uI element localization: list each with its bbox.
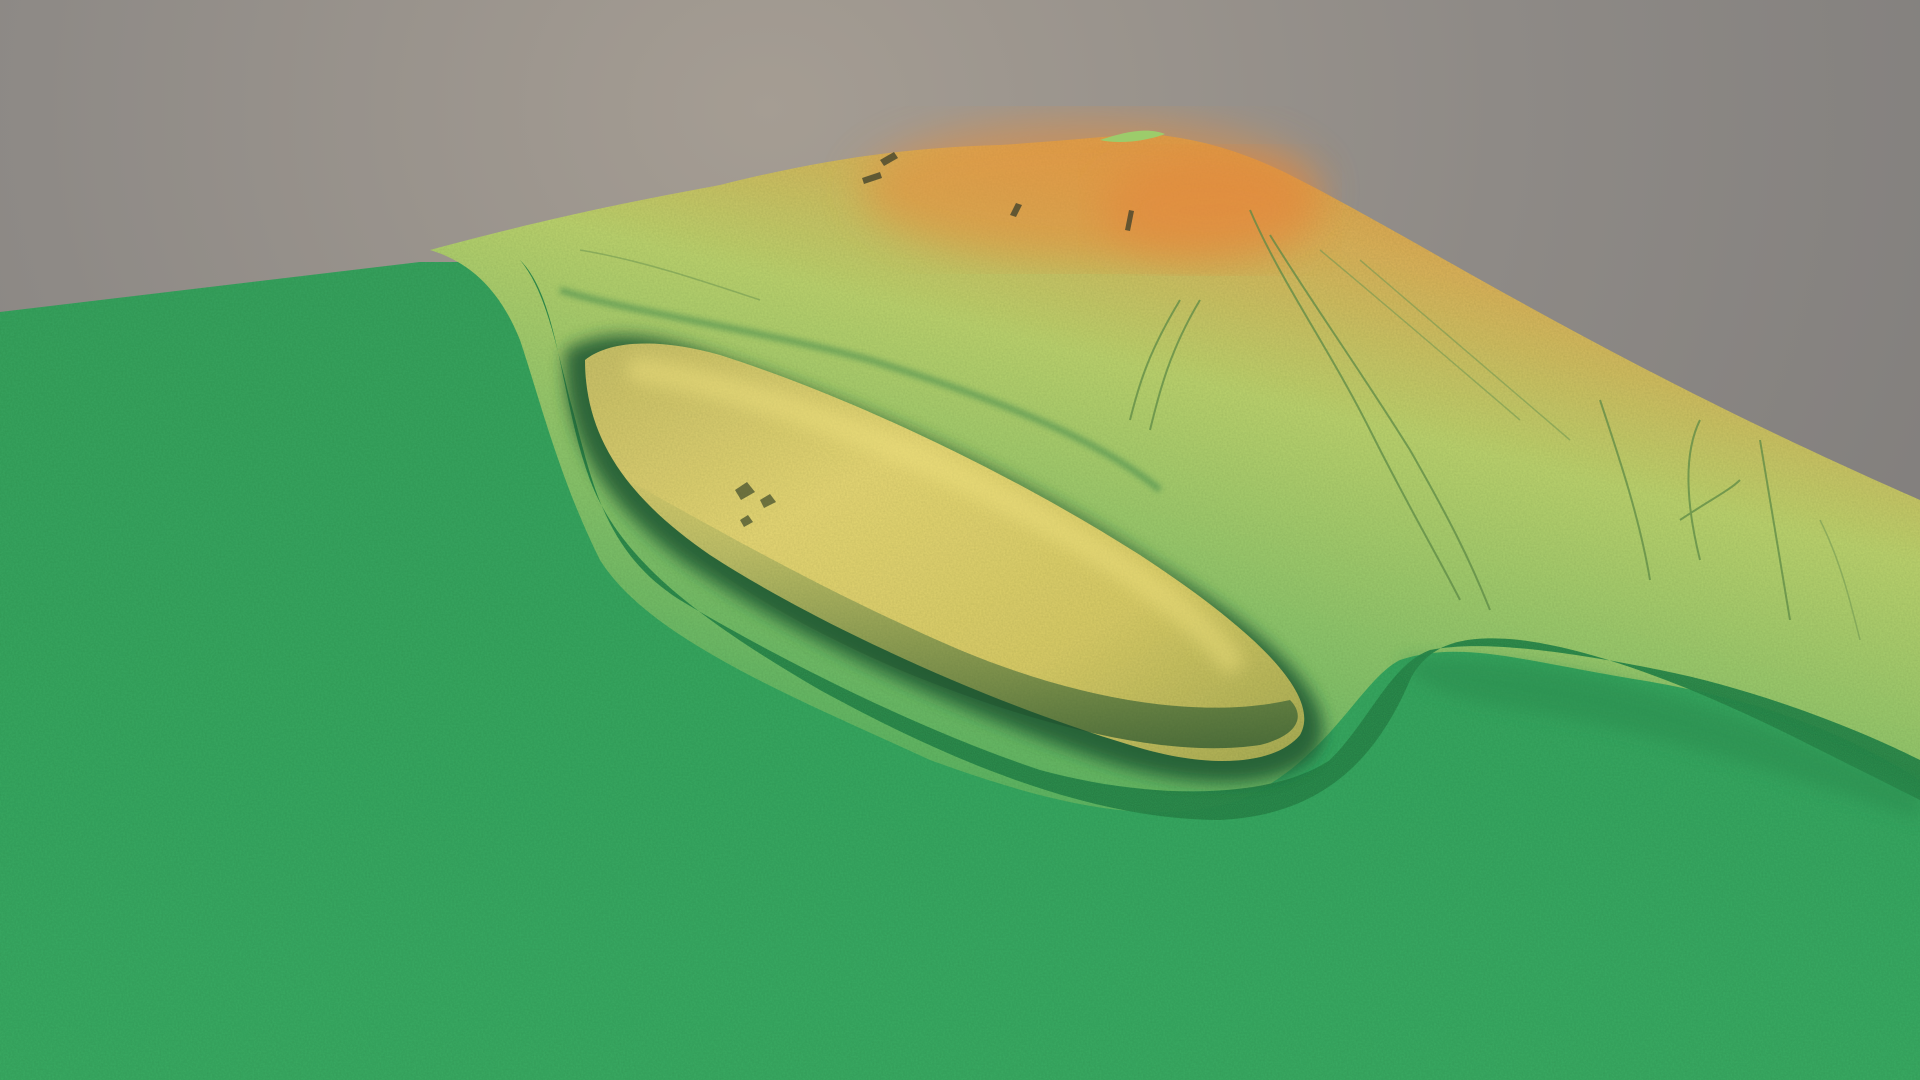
terrain-model [0,120,1920,1080]
terrain-viewport[interactable] [0,0,1920,1080]
summit-peak-zone [1100,155,1320,265]
